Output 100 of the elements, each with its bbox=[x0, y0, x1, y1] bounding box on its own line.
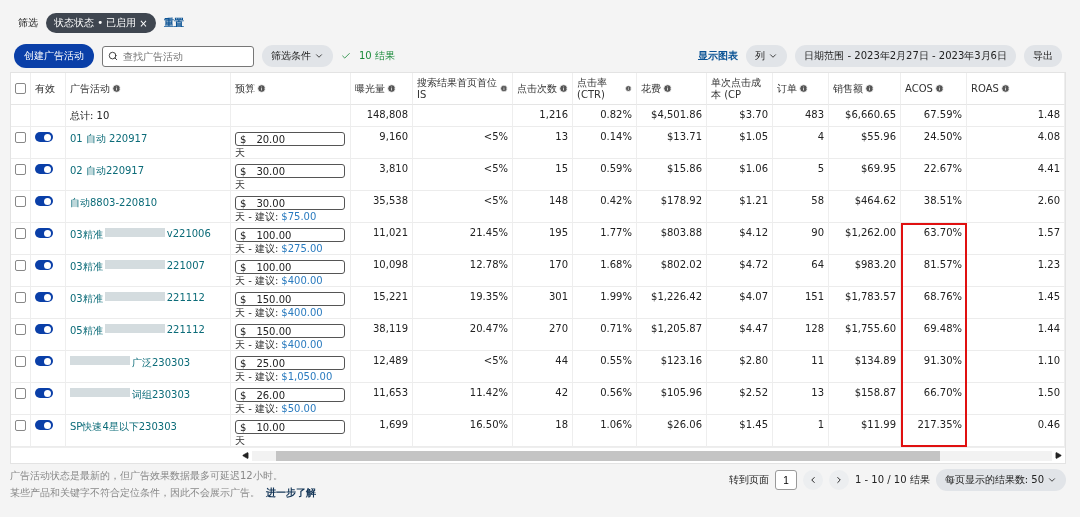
column-header[interactable]: 销售额 bbox=[833, 82, 863, 95]
campaign-name-link[interactable]: 221112 bbox=[166, 292, 205, 303]
columns-dropdown[interactable]: 列 bbox=[746, 45, 788, 67]
status-toggle[interactable] bbox=[35, 420, 53, 430]
table-cell: 0.46 bbox=[1037, 419, 1060, 430]
campaign-name-link[interactable]: SP快速4星以下230303 bbox=[70, 420, 177, 434]
table-cell: $1,226.42 bbox=[651, 291, 702, 302]
suggested-budget-link[interactable]: $275.00 bbox=[281, 243, 323, 255]
budget-field[interactable]: $ 100.00 bbox=[235, 228, 345, 242]
row-checkbox[interactable] bbox=[15, 324, 26, 335]
status-toggle[interactable] bbox=[35, 292, 53, 302]
table-cell: 5 bbox=[817, 163, 824, 174]
suggested-budget-link[interactable]: $400.00 bbox=[281, 307, 323, 319]
campaign-name-link[interactable]: 03精准 bbox=[70, 292, 103, 306]
column-header[interactable]: 曝光量 bbox=[355, 82, 385, 95]
column-header[interactable]: 搜索结果首页首位 IS bbox=[417, 77, 499, 100]
horizontal-scrollbar[interactable] bbox=[252, 450, 1052, 461]
export-button[interactable]: 导出 bbox=[1024, 45, 1062, 67]
campaign-name-link[interactable]: 221112 bbox=[166, 324, 205, 335]
column-header[interactable]: 点击率 (CTR) bbox=[577, 77, 624, 100]
page-field[interactable]: 1 bbox=[775, 470, 797, 490]
status-toggle[interactable] bbox=[35, 228, 53, 238]
create-campaign-button[interactable]: 创建广告活动 bbox=[14, 44, 94, 68]
campaign-name-link[interactable]: 广泛230303 bbox=[132, 356, 191, 370]
suggested-budget-link[interactable]: $400.00 bbox=[281, 275, 323, 287]
campaign-name-link[interactable]: 自动8803-220810 bbox=[70, 196, 158, 210]
filter-dropdown[interactable]: 筛选条件 bbox=[262, 45, 333, 67]
budget-field[interactable]: $ 150.00 bbox=[235, 324, 345, 338]
table-cell: 195 bbox=[548, 227, 568, 238]
suggested-budget-link[interactable]: $50.00 bbox=[281, 403, 317, 415]
show-chart-link[interactable]: 显示图表 bbox=[698, 49, 739, 63]
status-toggle[interactable] bbox=[35, 388, 53, 398]
table-cell: 4 bbox=[817, 131, 824, 142]
table-cell: $983.20 bbox=[854, 259, 896, 270]
column-header[interactable]: ACOS bbox=[905, 82, 933, 95]
row-checkbox[interactable] bbox=[15, 260, 26, 271]
budget-field[interactable]: $ 150.00 bbox=[235, 292, 345, 306]
row-checkbox[interactable] bbox=[15, 164, 26, 175]
campaign-name-link[interactable]: 词组230303 bbox=[132, 388, 191, 402]
status-toggle[interactable] bbox=[35, 164, 53, 174]
row-checkbox[interactable] bbox=[15, 228, 26, 239]
select-all-checkbox[interactable] bbox=[15, 83, 26, 94]
total-value: 67.59% bbox=[923, 109, 962, 120]
table-cell: 3,810 bbox=[379, 163, 408, 174]
table-cell: 2.60 bbox=[1037, 195, 1060, 206]
status-toggle[interactable] bbox=[35, 196, 53, 206]
per-page-dropdown[interactable]: 每页显示的结果数: 50 bbox=[935, 469, 1066, 491]
status-toggle[interactable] bbox=[35, 356, 53, 366]
column-header[interactable]: 点击次数 bbox=[517, 82, 557, 95]
row-checkbox[interactable] bbox=[15, 292, 26, 303]
table-cell: 4.08 bbox=[1037, 131, 1060, 142]
scroll-left-icon[interactable] bbox=[239, 452, 252, 459]
scroll-right-icon[interactable] bbox=[1052, 452, 1065, 459]
table-cell: 0.14% bbox=[600, 131, 632, 142]
column-header[interactable]: 订单 bbox=[777, 82, 797, 95]
column-header[interactable]: 广告活动 bbox=[70, 82, 110, 95]
row-checkbox[interactable] bbox=[15, 132, 26, 143]
row-checkbox[interactable] bbox=[15, 420, 26, 431]
chevron-down-icon bbox=[1047, 475, 1057, 485]
date-range-button[interactable]: 日期范围 - 2023年2月27日 - 2023年3月6日 bbox=[795, 45, 1016, 67]
table-cell: 69.48% bbox=[923, 323, 962, 334]
campaign-name-link[interactable]: v221006 bbox=[166, 228, 211, 239]
table-cell: 170 bbox=[548, 259, 568, 270]
campaign-name-link[interactable]: 02 自动220917 bbox=[70, 164, 145, 178]
table-cell: 1.44 bbox=[1037, 323, 1060, 334]
row-checkbox[interactable] bbox=[15, 388, 26, 399]
budget-field[interactable]: $ 100.00 bbox=[235, 260, 345, 274]
budget-field[interactable]: $ 25.00 bbox=[235, 356, 345, 370]
suggested-budget-link[interactable]: $400.00 bbox=[281, 339, 323, 351]
column-header[interactable]: ROAS bbox=[971, 82, 999, 95]
campaign-name-link[interactable]: 221007 bbox=[166, 260, 205, 271]
row-checkbox[interactable] bbox=[15, 196, 26, 207]
campaign-name-link[interactable]: 03精准 bbox=[70, 260, 103, 274]
suggested-budget-link[interactable]: $1,050.00 bbox=[281, 371, 333, 383]
budget-field[interactable]: $ 10.00 bbox=[235, 420, 345, 434]
status-toggle[interactable] bbox=[35, 132, 53, 142]
column-header[interactable]: 花费 bbox=[641, 82, 661, 95]
suggested-budget-link[interactable]: $75.00 bbox=[281, 211, 317, 223]
campaign-name-link[interactable]: 03精准 bbox=[70, 228, 103, 242]
budget-unit: 天 bbox=[235, 179, 245, 191]
search-field[interactable]: 查找广告活动 bbox=[102, 45, 254, 67]
campaign-name-link[interactable]: 05精准 bbox=[70, 324, 103, 338]
budget-field[interactable]: $ 26.00 bbox=[235, 388, 345, 402]
column-header[interactable]: 单次点击成本 (CP bbox=[711, 77, 768, 100]
table-cell: 12.78% bbox=[469, 259, 508, 270]
status-toggle[interactable] bbox=[35, 260, 53, 270]
reset-link[interactable]: 重置 bbox=[163, 16, 184, 30]
row-checkbox[interactable] bbox=[15, 356, 26, 367]
column-header[interactable]: 有效 bbox=[35, 82, 55, 95]
column-header[interactable]: 预算 bbox=[235, 82, 255, 95]
budget-field[interactable]: $ 30.00 bbox=[235, 164, 345, 178]
filter-chip[interactable]: 状态状态 • 已启用 × bbox=[46, 13, 156, 33]
campaign-name-link[interactable]: 01 自动 220917 bbox=[70, 132, 148, 146]
table-cell: $4.12 bbox=[739, 227, 768, 238]
chevron-left-icon bbox=[808, 475, 818, 485]
budget-field[interactable]: $ 30.00 bbox=[235, 196, 345, 210]
budget-field[interactable]: $ 20.00 bbox=[235, 132, 345, 146]
status-toggle[interactable] bbox=[35, 324, 53, 334]
table-cell: $1,755.60 bbox=[845, 323, 896, 334]
learn-more-link[interactable]: 进一步了解 bbox=[266, 486, 316, 500]
